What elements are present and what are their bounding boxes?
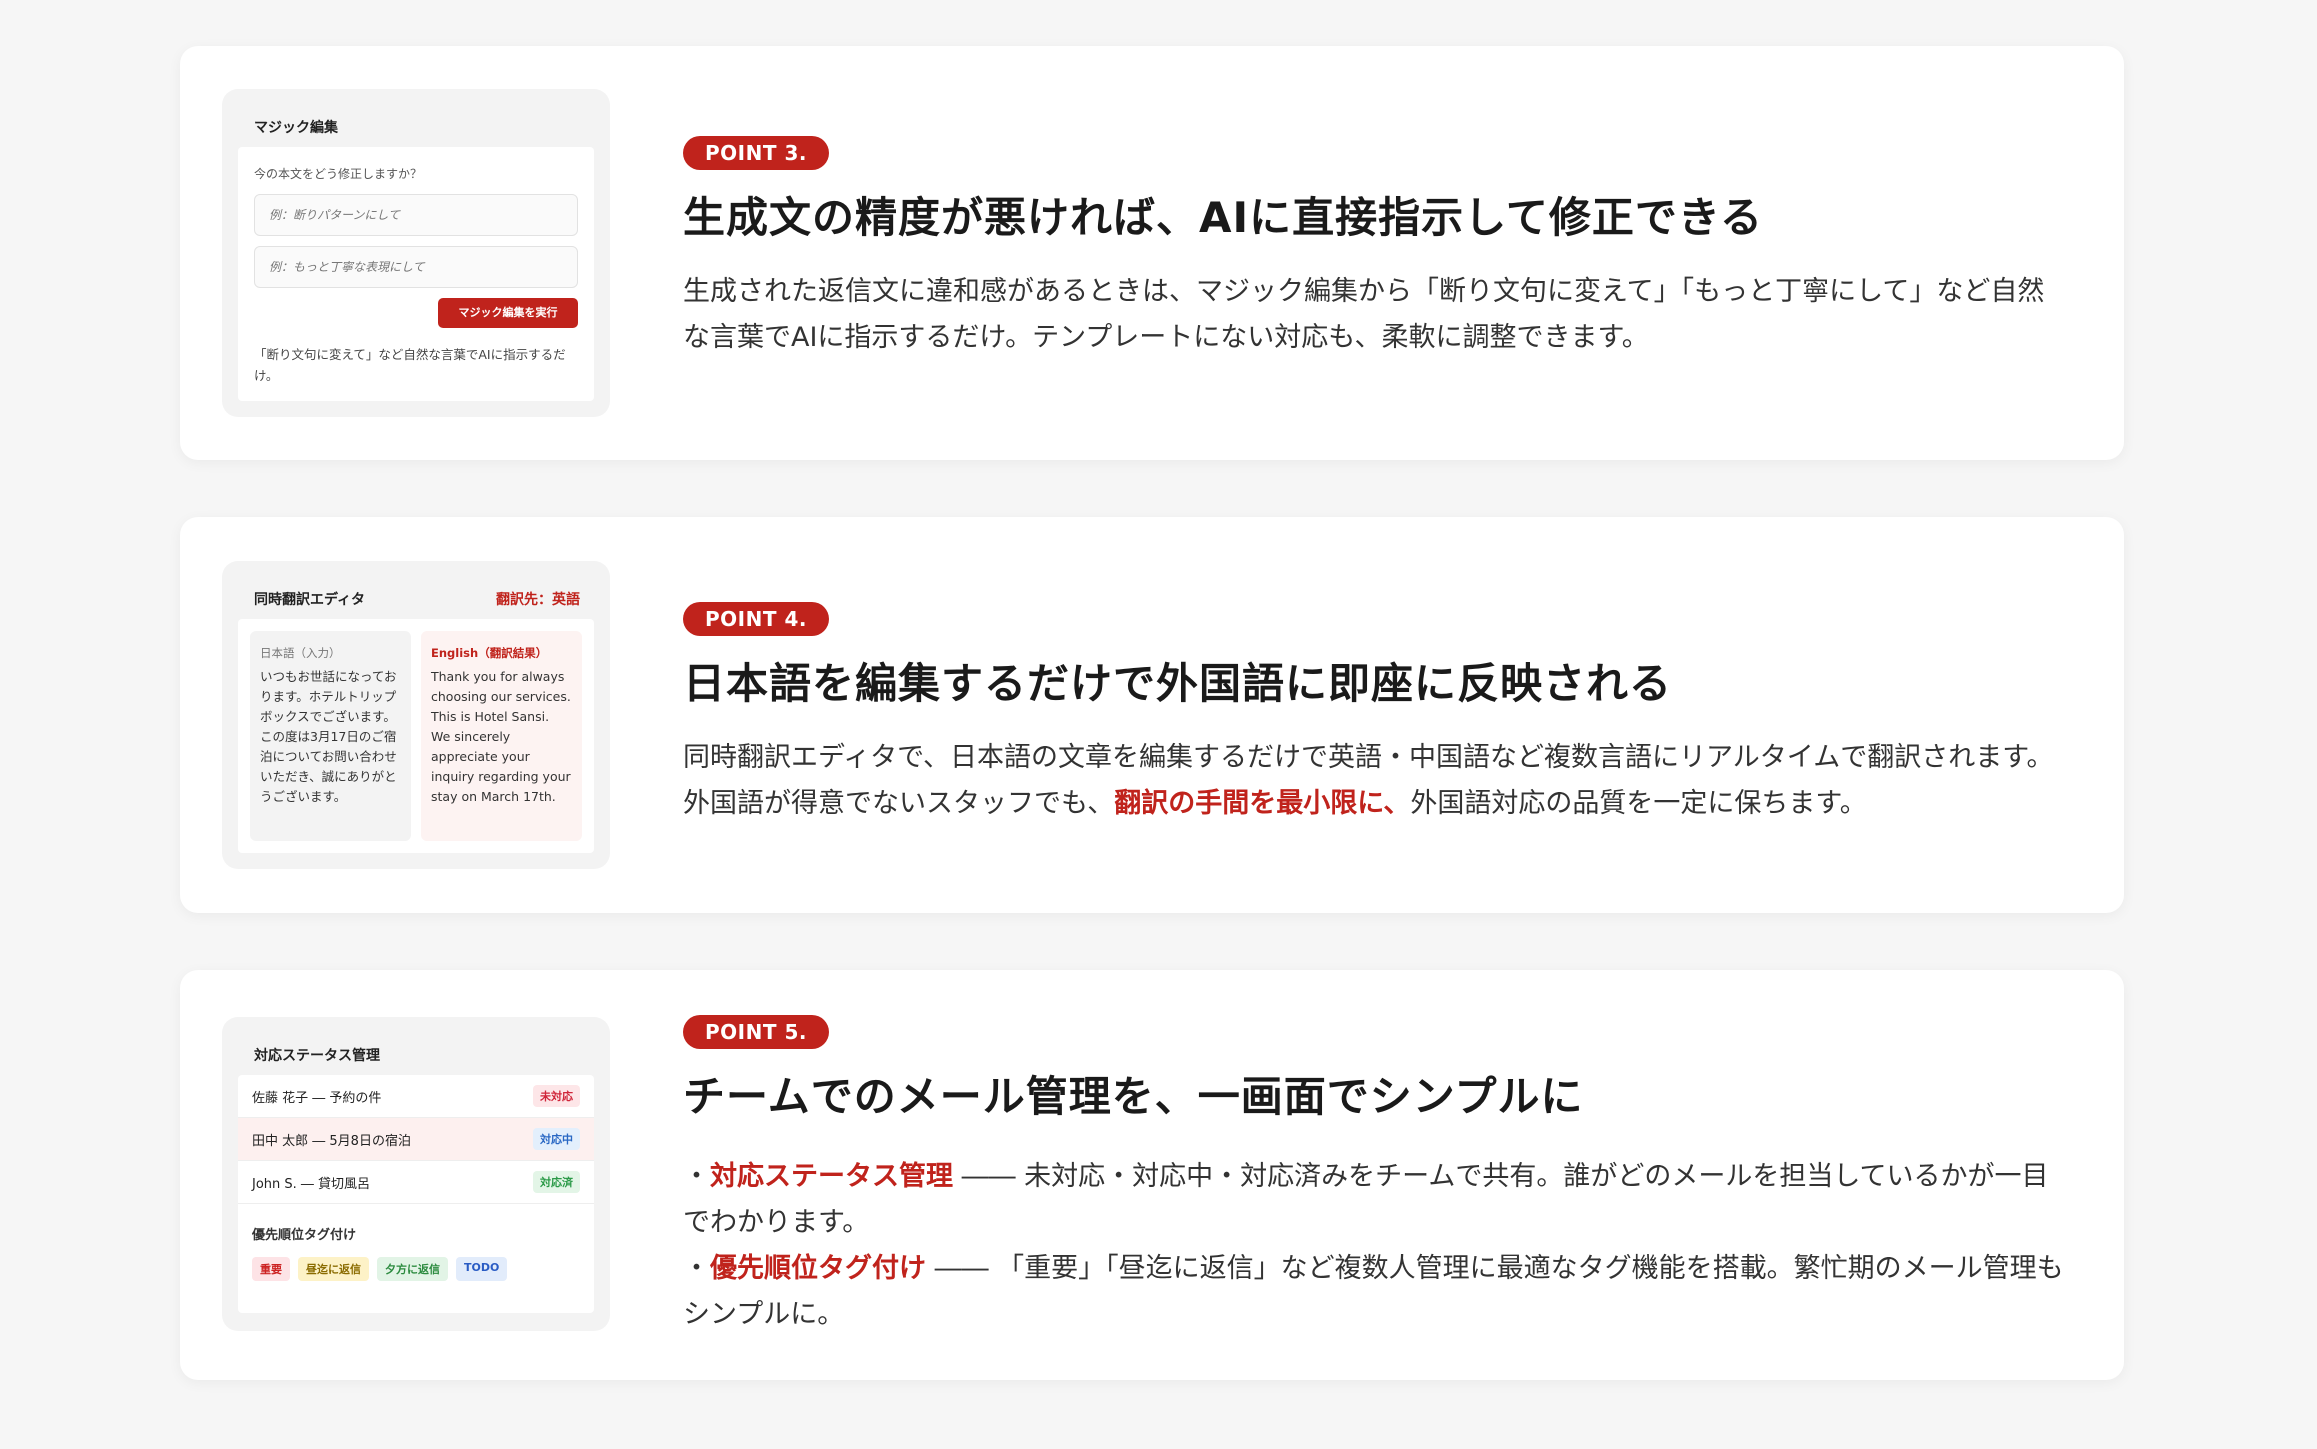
run-magic-edit-button[interactable]: マジック編集を実行 [438,298,578,328]
edit-question: 今の本文をどう修正しますか？ [254,167,423,181]
table-row[interactable]: John S. ― 貸切風呂 対応済 [238,1161,594,1204]
magic-edit-panel: 今の本文をどう修正しますか？ 例：断りパターンにして 例：もっと丁寧な表現にして… [238,147,594,401]
point-badge: POINT 4. [683,602,829,636]
english-text: Thank you for always choosing our servic… [431,669,571,804]
point-4-card: 同時翻訳エディタ 翻訳先：英語 日本語（入力） いつもお世話になっております。ホ… [180,517,2124,913]
translation-editor-mockup: 同時翻訳エディタ 翻訳先：英語 日本語（入力） いつもお世話になっております。ホ… [222,561,610,869]
bullet-highlight: 対応ステータス管理 [710,1161,953,1192]
bullet-marker: ・ [683,1161,710,1192]
point-description: 同時翻訳エディタで、日本語の文章を編集するだけで英語・中国語など複数言語にリアル… [683,735,2064,827]
table-row[interactable]: 田中 太郎 ― 5月8日の宿泊 対応中 [238,1118,594,1161]
point-title: 生成文の精度が悪ければ、AIに直接指示して修正できる [683,193,1764,242]
point-title: チームでのメール管理を、一画面でシンプルに [683,1072,1584,1121]
row-name: John S. ― 貸切風呂 [252,1176,371,1192]
mockup-title: 同時翻訳エディタ [254,592,366,608]
japanese-text: いつもお世話になっております。ホテルトリップボックスでございます。この度は3月1… [260,669,397,804]
status-badge[interactable]: 未対応 [533,1085,580,1107]
row-name: 佐藤 花子 ― 予約の件 [252,1090,382,1106]
table-row[interactable]: 佐藤 花子 ― 予約の件 未対応 [238,1075,594,1118]
bullet-marker: ・ [683,1253,710,1284]
status-badge[interactable]: 対応済 [533,1171,580,1193]
mockup-title: マジック編集 [254,120,338,136]
tag-important[interactable]: 重要 [252,1257,290,1281]
status-badge[interactable]: 対応中 [533,1128,580,1150]
point-description: 生成された返信文に違和感があるときは、マジック編集から「断り文句に変えて」「もっ… [683,276,2045,353]
japanese-input-column[interactable]: 日本語（入力） いつもお世話になっております。ホテルトリップボックスでございます… [250,631,411,841]
desc-highlight: 翻訳の手間を最小限に、 [1114,788,1411,819]
tag-reply-by-noon[interactable]: 昼迄に返信 [298,1257,369,1281]
bullet-status: ・対応ステータス管理 ―― 未対応・対応中・対応済みをチームで共有。誰がどのメー… [683,1154,2064,1246]
status-management-mockup: 対応ステータス管理 佐藤 花子 ― 予約の件 未対応 田中 太郎 ― 5月8日の… [222,1017,610,1331]
point-4-content: POINT 4. 日本語を編集するだけで外国語に即座に反映される 同時翻訳エディ… [683,602,2064,827]
bullet-highlight: 優先順位タグ付け [710,1253,926,1284]
desc-after: 外国語対応の品質を一定に保ちます。 [1410,788,1867,819]
point-badge: POINT 5. [683,1015,829,1049]
english-header: English（翻訳結果） [431,646,548,660]
tag-reply-evening[interactable]: 夕方に返信 [377,1257,448,1281]
tag-section-title: 優先順位タグ付け [252,1228,357,1243]
magic-edit-mockup: マジック編集 今の本文をどう修正しますか？ 例：断りパターンにして 例：もっと丁… [222,89,610,417]
point-5-card: 対応ステータス管理 佐藤 花子 ― 予約の件 未対応 田中 太郎 ― 5月8日の… [180,970,2124,1380]
translation-target[interactable]: 翻訳先：英語 [496,589,580,609]
instruction-input-1[interactable]: 例：断りパターンにして [254,194,578,236]
point-badge: POINT 3. [683,136,829,170]
translation-panel: 日本語（入力） いつもお世話になっております。ホテルトリップボックスでございます… [238,619,594,853]
japanese-header: 日本語（入力） [260,646,341,660]
point-title: 日本語を編集するだけで外国語に即座に反映される [683,659,1673,708]
row-name: 田中 太郎 ― 5月8日の宿泊 [252,1133,411,1149]
tag-todo[interactable]: TODO [456,1257,508,1281]
mockup-note: 「断り文句に変えて」など自然な言葉でAIに指示するだけ。 [254,347,566,383]
tag-list: 重要 昼迄に返信 夕方に返信 TODO [238,1257,594,1281]
instruction-input-2[interactable]: 例：もっと丁寧な表現にして [254,246,578,288]
point-description: ・対応ステータス管理 ―― 未対応・対応中・対応済みをチームで共有。誰がどのメー… [683,1154,2064,1338]
mockup-title: 対応ステータス管理 [254,1048,380,1064]
point-3-card: マジック編集 今の本文をどう修正しますか？ 例：断りパターンにして 例：もっと丁… [180,46,2124,460]
status-panel: 佐藤 花子 ― 予約の件 未対応 田中 太郎 ― 5月8日の宿泊 対応中 Joh… [238,1075,594,1313]
bullet-tags: ・優先順位タグ付け ―― 「重要」「昼迄に返信」など複数人管理に最適なタグ機能を… [683,1246,2064,1338]
point-3-content: POINT 3. 生成文の精度が悪ければ、AIに直接指示して修正できる 生成され… [683,136,2064,361]
point-5-content: POINT 5. チームでのメール管理を、一画面でシンプルに ・対応ステータス管… [683,1015,2064,1338]
english-output-column: English（翻訳結果） Thank you for always choos… [421,631,582,841]
